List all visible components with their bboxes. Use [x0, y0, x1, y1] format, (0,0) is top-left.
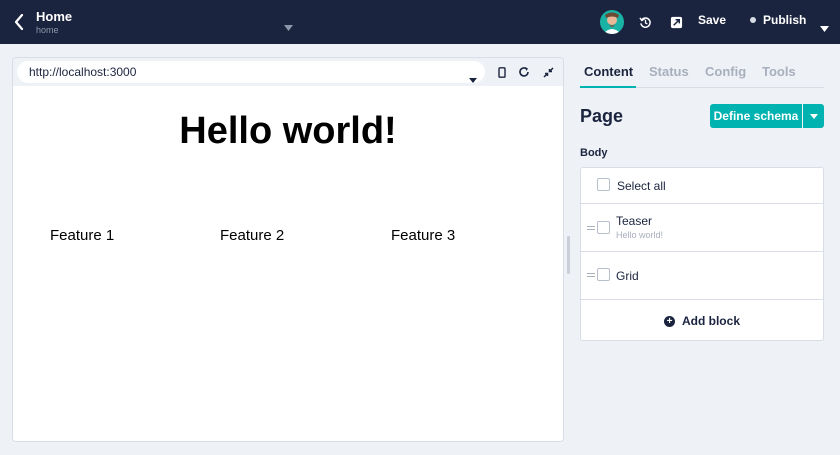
- url-input[interactable]: [29, 65, 459, 79]
- story-title: Home: [36, 9, 73, 24]
- add-block-button[interactable]: + Add block: [581, 301, 823, 341]
- preview-feature: Feature 1: [50, 227, 115, 244]
- refresh-icon: [519, 67, 529, 77]
- mobile-view-button[interactable]: [494, 64, 510, 80]
- pane-resize-handle[interactable]: [567, 236, 570, 274]
- preview-feature: Feature 2: [220, 227, 285, 244]
- tab-content[interactable]: Content: [584, 64, 633, 79]
- publish-button[interactable]: Publish: [750, 13, 806, 27]
- drag-handle-icon[interactable]: [587, 226, 595, 232]
- preview-pane: Hello world! Feature 1 Feature 2 Feature…: [12, 57, 564, 442]
- publish-options-button[interactable]: [820, 19, 829, 37]
- open-preview-button[interactable]: [667, 13, 685, 31]
- collapse-icon: [542, 66, 554, 78]
- select-all-row: Select all: [581, 168, 823, 204]
- publish-label: Publish: [763, 13, 807, 27]
- story-slug: home: [36, 25, 59, 35]
- tab-tools[interactable]: Tools: [762, 64, 796, 79]
- chevron-down-icon: [284, 25, 293, 31]
- story-menu-button[interactable]: [284, 18, 293, 36]
- preview-heading: Hello world!: [179, 110, 397, 152]
- mobile-icon: [498, 66, 506, 78]
- select-all-label: Select all: [617, 179, 666, 193]
- define-schema-button[interactable]: Define schema: [710, 104, 802, 128]
- add-block-label: Add block: [681, 314, 740, 328]
- top-bar: Home home Save Publish: [0, 0, 840, 44]
- collapse-button[interactable]: [540, 64, 556, 80]
- preview-toolbar: [13, 58, 563, 86]
- refresh-button[interactable]: [516, 64, 532, 80]
- content-type-title: Page: [580, 106, 624, 126]
- block-name: Grid: [616, 269, 639, 283]
- tab-config[interactable]: Config: [705, 64, 746, 79]
- save-button[interactable]: Save: [698, 13, 726, 27]
- blocks-field: Select all Teaser Hello world! Grid + Ad…: [580, 167, 824, 341]
- block-name: Teaser: [616, 214, 653, 228]
- tab-status[interactable]: Status: [649, 64, 689, 79]
- open-external-icon: [670, 16, 682, 28]
- back-icon: [14, 14, 24, 30]
- url-bar: [17, 61, 485, 83]
- preview-feature: Feature 3: [391, 227, 456, 244]
- field-label-body: Body: [580, 147, 608, 159]
- select-all-checkbox[interactable]: [597, 178, 610, 191]
- block-item[interactable]: Teaser Hello world!: [581, 204, 823, 252]
- url-dropdown-button[interactable]: [469, 70, 477, 88]
- block-preview-text: Hello world!: [616, 230, 664, 240]
- plus-circle-icon: +: [663, 315, 675, 327]
- drag-handle-icon[interactable]: [587, 273, 595, 279]
- back-button[interactable]: [8, 10, 30, 34]
- chevron-down-icon: [809, 113, 818, 119]
- avatar[interactable]: [600, 10, 624, 34]
- chevron-down-icon: [820, 26, 829, 32]
- block-checkbox[interactable]: [597, 268, 610, 281]
- block-checkbox[interactable]: [597, 221, 610, 234]
- schema-options-button[interactable]: [803, 104, 824, 128]
- active-tab-indicator: [580, 86, 636, 88]
- publish-status-dot: [750, 17, 756, 23]
- history-icon: [638, 16, 651, 28]
- chevron-down-icon: [469, 78, 477, 83]
- history-button[interactable]: [636, 13, 654, 31]
- user-avatar-icon: [603, 12, 621, 34]
- block-item[interactable]: Grid: [581, 252, 823, 300]
- editor-tabs: Content Status Config Tools: [580, 56, 824, 88]
